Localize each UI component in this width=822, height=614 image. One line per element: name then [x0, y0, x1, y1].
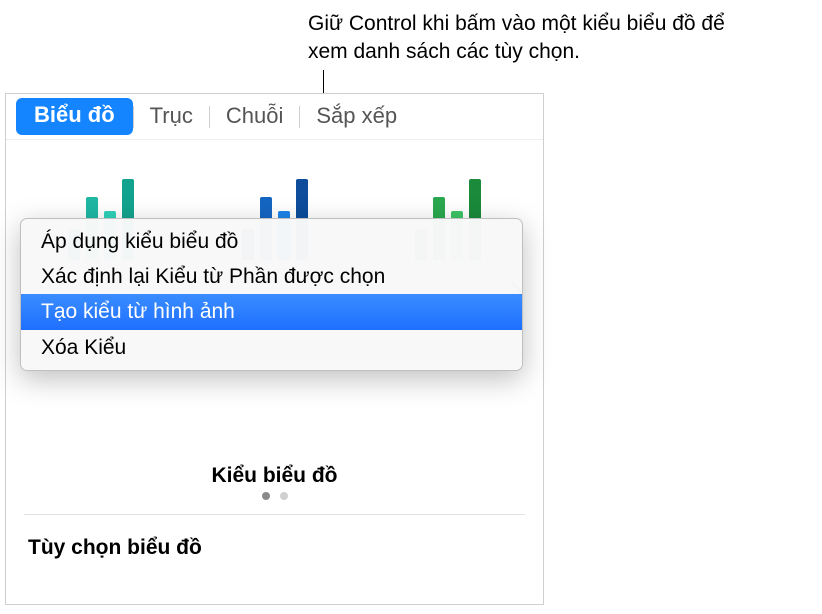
chart-style-section-title: Kiểu biểu đồ — [6, 464, 543, 488]
chart-options-section-title: Tùy chọn biểu đồ — [28, 536, 202, 560]
pager-dot[interactable] — [280, 492, 288, 500]
chart-style-context-menu: Áp dụng kiểu biểu đồ Xác định lại Kiểu t… — [20, 218, 523, 371]
menu-item-delete-style[interactable]: Xóa Kiểu — [21, 330, 522, 365]
tab-axis[interactable]: Trục — [134, 99, 209, 133]
tab-arrange[interactable]: Sắp xếp — [300, 99, 413, 133]
pager-dots — [6, 492, 543, 500]
section-divider — [24, 514, 525, 515]
tab-bar: Biểu đồ Trục Chuỗi Sắp xếp — [6, 94, 543, 140]
tab-series[interactable]: Chuỗi — [210, 99, 299, 133]
menu-item-create-style-from-image[interactable]: Tạo kiểu từ hình ảnh — [21, 294, 522, 329]
tab-chart[interactable]: Biểu đồ — [16, 98, 133, 134]
menu-item-redefine-style[interactable]: Xác định lại Kiểu từ Phần được chọn — [21, 259, 522, 294]
callout-text: Giữ Control khi bấm vào một kiểu biểu đồ… — [308, 10, 748, 67]
menu-item-apply-style[interactable]: Áp dụng kiểu biểu đồ — [21, 224, 522, 259]
pager-dot[interactable] — [262, 492, 270, 500]
